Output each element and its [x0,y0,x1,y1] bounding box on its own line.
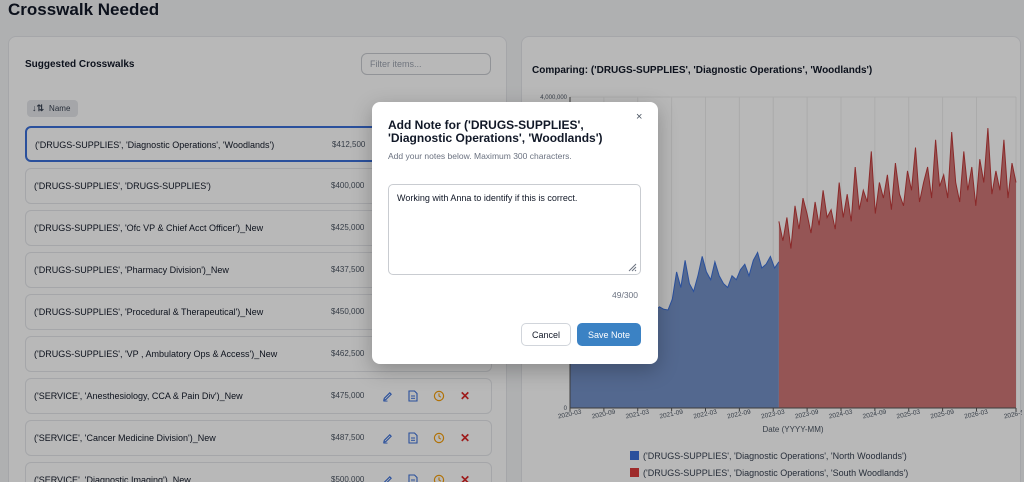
modal-description: Add your notes below. Maximum 300 charac… [388,151,572,161]
cancel-button[interactable]: Cancel [521,323,571,346]
close-icon[interactable]: × [636,111,642,123]
resize-handle-icon[interactable] [628,263,637,272]
add-note-modal: Add Note for ('DRUGS-SUPPLIES', 'Diagnos… [372,102,658,364]
char-count: 49/300 [612,290,638,300]
note-textarea[interactable] [388,184,641,275]
save-note-button[interactable]: Save Note [577,323,641,346]
modal-title: Add Note for ('DRUGS-SUPPLIES', 'Diagnos… [388,118,603,145]
